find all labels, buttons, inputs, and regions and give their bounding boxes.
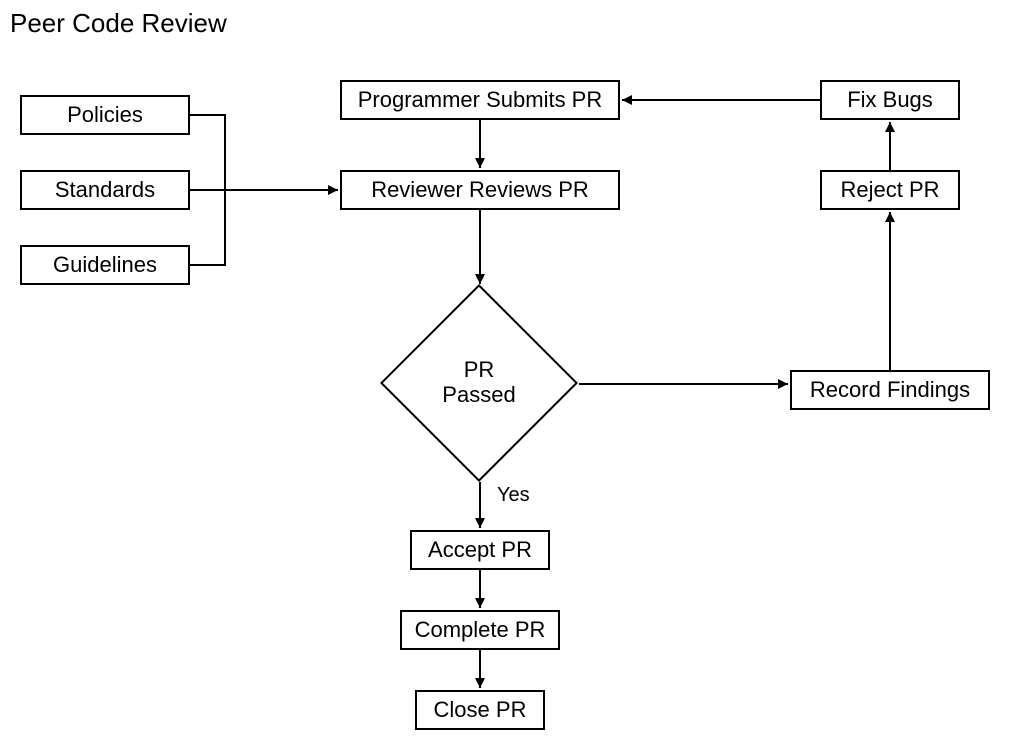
decision-text-line1: PR bbox=[464, 357, 495, 382]
node-policies: Policies bbox=[20, 95, 190, 135]
node-guidelines: Guidelines bbox=[20, 245, 190, 285]
node-reject: Reject PR bbox=[820, 170, 960, 210]
node-decision-label: PR Passed bbox=[409, 357, 549, 408]
node-accept: Accept PR bbox=[410, 530, 550, 570]
node-record: Record Findings bbox=[790, 370, 990, 410]
node-standards: Standards bbox=[20, 170, 190, 210]
node-submit: Programmer Submits PR bbox=[340, 80, 620, 120]
node-review: Reviewer Reviews PR bbox=[340, 170, 620, 210]
node-close: Close PR bbox=[415, 690, 545, 730]
decision-text-line2: Passed bbox=[442, 382, 515, 407]
node-complete: Complete PR bbox=[400, 610, 560, 650]
node-fix: Fix Bugs bbox=[820, 80, 960, 120]
diagram-title: Peer Code Review bbox=[10, 8, 227, 39]
edge-label-yes: Yes bbox=[497, 484, 530, 507]
